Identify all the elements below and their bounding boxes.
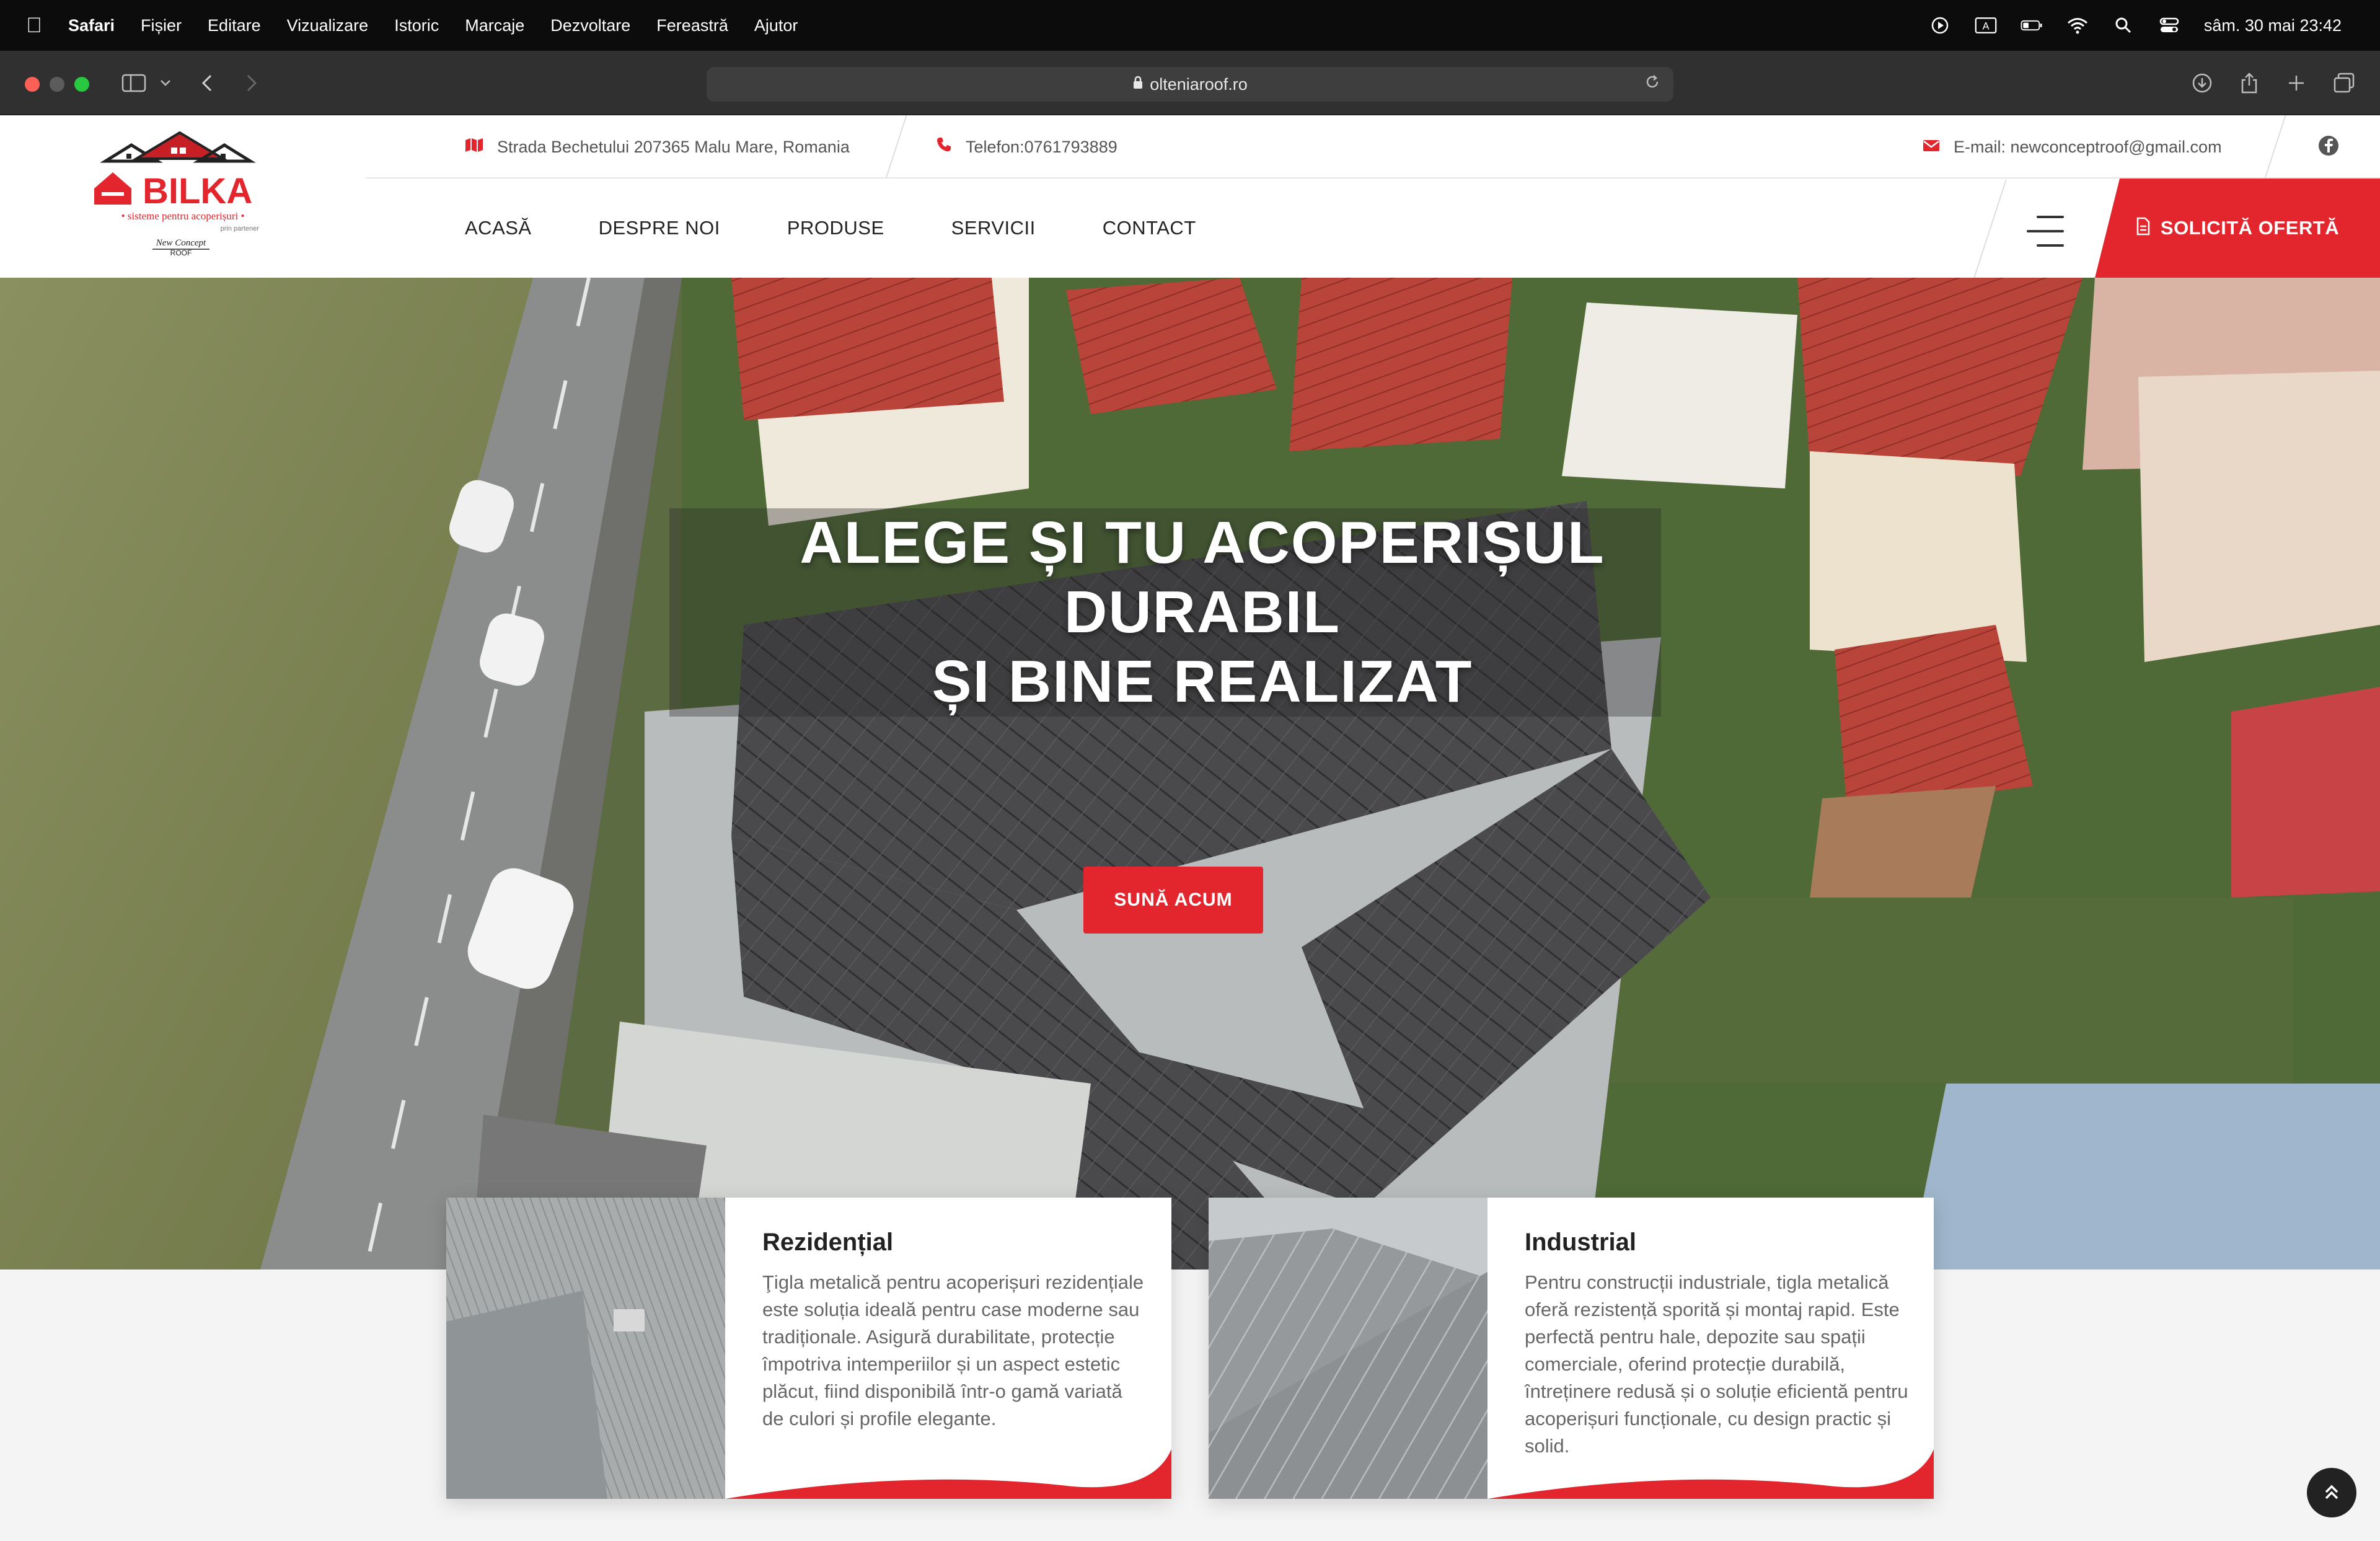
hero-headline-line3: ȘI BINE REALIZAT [932,648,1473,715]
keyboard-input-icon[interactable]: A [1975,17,1997,34]
tab-overview-icon[interactable] [2333,69,2355,97]
menu-history[interactable]: Istoric [394,16,439,35]
hero-aerial-photo [0,278,2380,1269]
hero-headline-line2: DURABIL [1064,579,1341,645]
request-offer-button[interactable]: SOLICITĂ OFERTĂ [2095,179,2380,278]
phone-icon [936,136,952,157]
site-header: BILKA • sisteme pentru acoperișuri • pri… [0,115,2380,278]
top-info-bar: Strada Bechetului 207365 Malu Mare, Roma… [366,115,2380,179]
map-icon [465,136,483,157]
spotlight-search-icon[interactable] [2112,17,2135,34]
menu-window[interactable]: Fereastră [656,16,728,35]
call-now-button[interactable]: SUNĂ ACUM [1083,867,1263,934]
logo-partner-note: prin partener [221,225,260,232]
menu-app-name[interactable]: Safari [68,16,115,35]
card-wave-decoration [725,1449,1171,1499]
address-bar[interactable]: olteniaroof.ro [707,67,1673,102]
menu-bookmarks[interactable]: Marcaje [465,16,524,35]
nav-about[interactable]: DESPRE NOI [599,217,720,239]
logo-tagline: • sisteme pentru acoperișuri • [121,210,245,222]
menu-help[interactable]: Ajutor [754,16,798,35]
address-url: olteniaroof.ro [1150,74,1248,94]
industrial-roof-image [1209,1198,1488,1499]
hero-section: ALEGE ȘI TU ACOPERIȘUL DURABIL ȘI BINE R… [0,278,2380,1269]
address-text: Strada Bechetului 207365 Malu Mare, Roma… [497,137,850,156]
card-title: Industrial [1525,1229,1637,1256]
chevron-down-icon[interactable] [160,69,171,97]
card-text: Pentru construcții industriale, tigla me… [1525,1271,1908,1457]
svg-text:ROOF: ROOF [170,249,192,257]
menu-develop[interactable]: Dezvoltare [550,16,630,35]
phone-text[interactable]: Telefon:0761793889 [966,138,1117,157]
share-icon[interactable] [2240,69,2259,97]
svg-text:New Concept: New Concept [156,238,206,248]
menu-file[interactable]: Fișier [141,16,182,35]
control-center-icon[interactable] [2158,17,2180,34]
residential-roof-image [446,1198,725,1499]
hero-headline-line1: ALEGE ȘI TU ACOPERIȘUL [800,510,1605,576]
macos-menubar:  Safari Fișier Editare Vizualizare Isto… [0,0,2380,51]
keyboard-indicator-label: A [1982,20,1989,32]
menu-edit[interactable]: Editare [208,16,261,35]
apple-menu-icon[interactable]:  [0,14,68,38]
hero-headline: ALEGE ȘI TU ACOPERIȘUL DURABIL ȘI BINE R… [669,508,1735,717]
phone-info[interactable]: Telefon:0761793889 [936,115,1117,179]
scroll-to-top-button[interactable] [2307,1468,2356,1517]
nav-contact[interactable]: CONTACT [1103,217,1196,239]
sidebar-toggle-icon[interactable] [121,69,146,97]
card-residential[interactable]: Rezidențial Ţigla metalică pentru acoper… [446,1198,1171,1499]
nav-services[interactable]: SERVICII [951,217,1036,239]
email-info[interactable]: E-mail: newconceptroof@gmail.com [1923,115,2222,179]
browser-toolbar: olteniaroof.ro [0,51,2380,115]
card-title: Rezidențial [762,1229,894,1256]
bilka-logo[interactable]: BILKA • sisteme pentru acoperișuri • pri… [93,131,273,262]
reload-icon[interactable] [1644,73,1661,95]
divider [2264,115,2286,179]
forward-icon[interactable] [245,69,258,97]
main-nav: ACASĂ DESPRE NOI PRODUSE SERVICII CONTAC… [366,179,1196,278]
close-window-button[interactable] [25,77,40,92]
partner-logo-mark: New Concept ROOF [152,238,209,257]
minimize-window-button[interactable] [50,77,64,92]
wifi-icon[interactable] [2066,17,2089,34]
battery-icon[interactable] [2021,17,2043,34]
address-info: Strada Bechetului 207365 Malu Mare, Roma… [465,115,850,179]
play-icon[interactable] [1929,17,1951,34]
lock-icon [1132,76,1144,94]
menu-view[interactable]: Vizualizare [287,16,369,35]
zoom-window-button[interactable] [74,77,89,92]
card-body: Rezidențial Ţigla metalică pentru acoper… [762,1229,1147,1433]
facebook-icon[interactable] [2318,135,2339,159]
nav-home[interactable]: ACASĂ [465,217,532,239]
menubar-clock[interactable]: sâm. 30 mai 23:42 [2204,16,2342,35]
email-text[interactable]: E-mail: newconceptroof@gmail.com [1954,138,2222,157]
divider [885,115,907,179]
document-icon [2136,217,2151,240]
double-chevron-up-icon [2325,1485,2338,1499]
card-body: Industrial Pentru construcții industrial… [1525,1229,1909,1460]
hamburger-menu-icon[interactable] [2027,216,2064,247]
request-offer-label: SOLICITĂ OFERTĂ [2160,217,2340,239]
card-wave-decoration [1488,1449,1934,1499]
downloads-icon[interactable] [2192,69,2213,97]
nav-products[interactable]: PRODUSE [787,217,884,239]
back-icon[interactable] [201,69,213,97]
card-text: Ţigla metalică pentru acoperișuri rezide… [762,1271,1144,1429]
new-tab-icon[interactable] [2287,69,2306,97]
envelope-icon [1923,136,1940,157]
logo-brand-text: BILKA [143,171,252,211]
card-industrial[interactable]: Industrial Pentru construcții industrial… [1209,1198,1934,1499]
